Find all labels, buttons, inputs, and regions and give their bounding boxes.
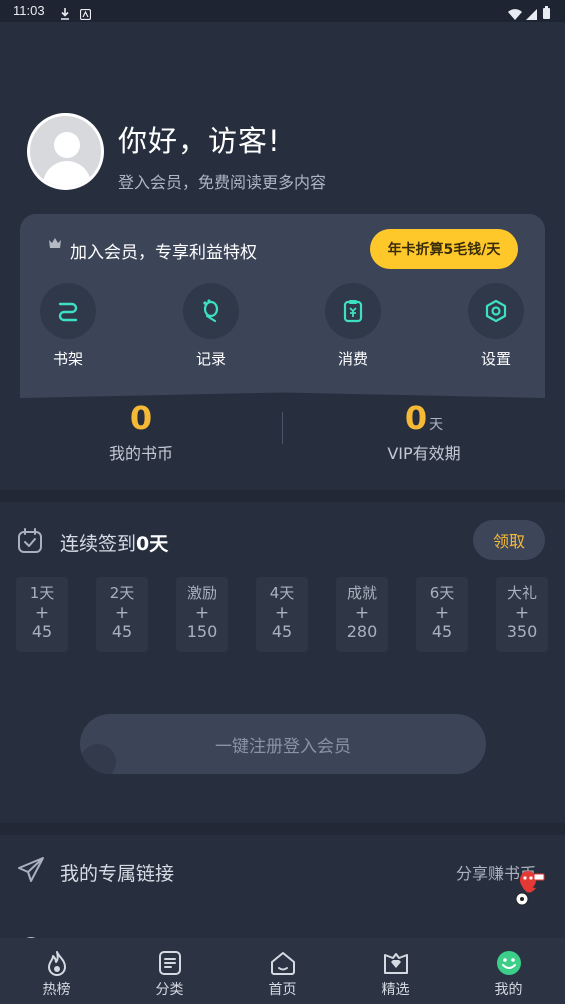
signal-icon	[526, 5, 537, 24]
signin-day: 2天 + 45	[96, 577, 148, 652]
action-bookshelf[interactable]: 书架	[40, 283, 96, 369]
signin-day-plus: +	[194, 603, 210, 623]
signin-day-name: 1天	[29, 584, 55, 602]
payment-icon	[325, 283, 381, 339]
vip-stat[interactable]: 0天 VIP有效期	[324, 400, 524, 464]
crown-icon	[48, 237, 62, 252]
stats-divider	[282, 412, 283, 444]
footprint-icon	[183, 283, 239, 339]
signin-day-value: 45	[431, 622, 453, 641]
signin-day-value: 150	[186, 622, 218, 641]
signin-day-plus: +	[514, 603, 530, 623]
signin-day-name: 2天	[109, 584, 135, 602]
notification-icon	[79, 5, 92, 24]
action-spending[interactable]: 消费	[325, 283, 381, 369]
signin-day-value: 280	[346, 622, 378, 641]
wifi-icon	[508, 5, 522, 24]
profile-smile-icon	[496, 951, 521, 975]
flame-icon	[47, 951, 66, 976]
signin-day: 成就 + 280	[336, 577, 388, 652]
signin-day-name: 成就	[346, 584, 377, 602]
member-card-title: 加入会员，专享利益特权	[70, 243, 257, 263]
tab-label: 我的	[494, 982, 523, 998]
action-settings[interactable]: 设置	[468, 283, 524, 369]
signin-day: 6天 + 45	[416, 577, 468, 652]
action-label: 消费	[337, 350, 368, 368]
signin-day-name: 6天	[429, 584, 455, 602]
signin-day-value: 45	[31, 622, 53, 641]
signin-day-value: 350	[506, 622, 538, 641]
action-label: 书架	[52, 350, 83, 368]
coins-stat[interactable]: 0 我的书币	[41, 400, 241, 464]
section-divider	[0, 490, 565, 502]
exclusive-link-title[interactable]: 我的专属链接	[60, 859, 174, 886]
tab-label: 分类	[155, 982, 184, 998]
section-divider	[0, 823, 565, 835]
action-label: 设置	[480, 350, 511, 368]
register-login-button[interactable]: 一键注册登入会员	[80, 714, 486, 774]
signin-day: 大礼 + 350	[496, 577, 548, 652]
signin-day-value: 45	[271, 622, 293, 641]
mascot-icon[interactable]	[510, 866, 546, 910]
signin-day-plus: +	[434, 603, 450, 623]
signin-day-plus: +	[114, 603, 130, 623]
vip-unit: 天	[429, 417, 444, 433]
paper-plane-icon	[16, 855, 46, 889]
vip-label: VIP有效期	[387, 444, 461, 463]
tab-hot[interactable]: 热榜	[0, 938, 113, 1004]
bookshelf-icon	[40, 283, 96, 339]
tab-label: 热榜	[42, 982, 71, 998]
signin-day-name: 4天	[269, 584, 295, 602]
action-records[interactable]: 记录	[183, 283, 239, 369]
greeting-title[interactable]: 你好，访客!	[118, 118, 281, 160]
download-icon	[60, 5, 70, 24]
signin-day: 激励 + 150	[176, 577, 228, 652]
coins-label: 我的书币	[108, 444, 173, 463]
coins-value: 0	[129, 399, 153, 437]
signin-day-name: 激励	[186, 584, 217, 602]
signin-day-value: 45	[111, 622, 133, 641]
annual-promo-button[interactable]: 年卡折算5毛钱/天	[370, 229, 518, 269]
default-avatar-icon[interactable]	[27, 113, 104, 190]
signin-day-name: 大礼	[506, 584, 537, 602]
tab-label: 精选	[381, 982, 410, 998]
featured-icon	[383, 953, 408, 974]
category-icon	[158, 951, 181, 975]
tab-featured[interactable]: 精选	[339, 938, 452, 1004]
settings-icon	[468, 283, 524, 339]
signin-day-plus: +	[34, 603, 50, 623]
vip-value: 0	[404, 399, 428, 437]
tab-home[interactable]: 首页	[226, 938, 339, 1004]
status-bar: 11:03	[0, 0, 565, 22]
signin-day-plus: +	[354, 603, 370, 623]
status-time: 11:03	[13, 3, 45, 18]
signin-day: 1天 + 45	[16, 577, 68, 652]
claim-button[interactable]: 领取	[473, 520, 545, 560]
signin-title: 连续签到0天	[60, 529, 168, 556]
tab-label: 首页	[268, 982, 297, 998]
greeting-subtitle[interactable]: 登入会员，免费阅读更多内容	[118, 169, 326, 193]
bottom-tab-bar: 热榜 分类 首页 精选 我的	[0, 938, 565, 1004]
calendar-check-icon	[16, 527, 44, 559]
tab-mine[interactable]: 我的	[452, 938, 565, 1004]
signin-days-count: 0天	[136, 533, 169, 555]
signin-day-plus: +	[274, 603, 290, 623]
signin-day: 4天 + 45	[256, 577, 308, 652]
register-button-label: 一键注册登入会员	[215, 736, 351, 757]
action-label: 记录	[195, 350, 226, 368]
home-icon	[270, 952, 295, 975]
battery-icon	[543, 4, 550, 23]
tab-category[interactable]: 分类	[113, 938, 226, 1004]
signin-title-prefix: 连续签到	[60, 533, 137, 555]
